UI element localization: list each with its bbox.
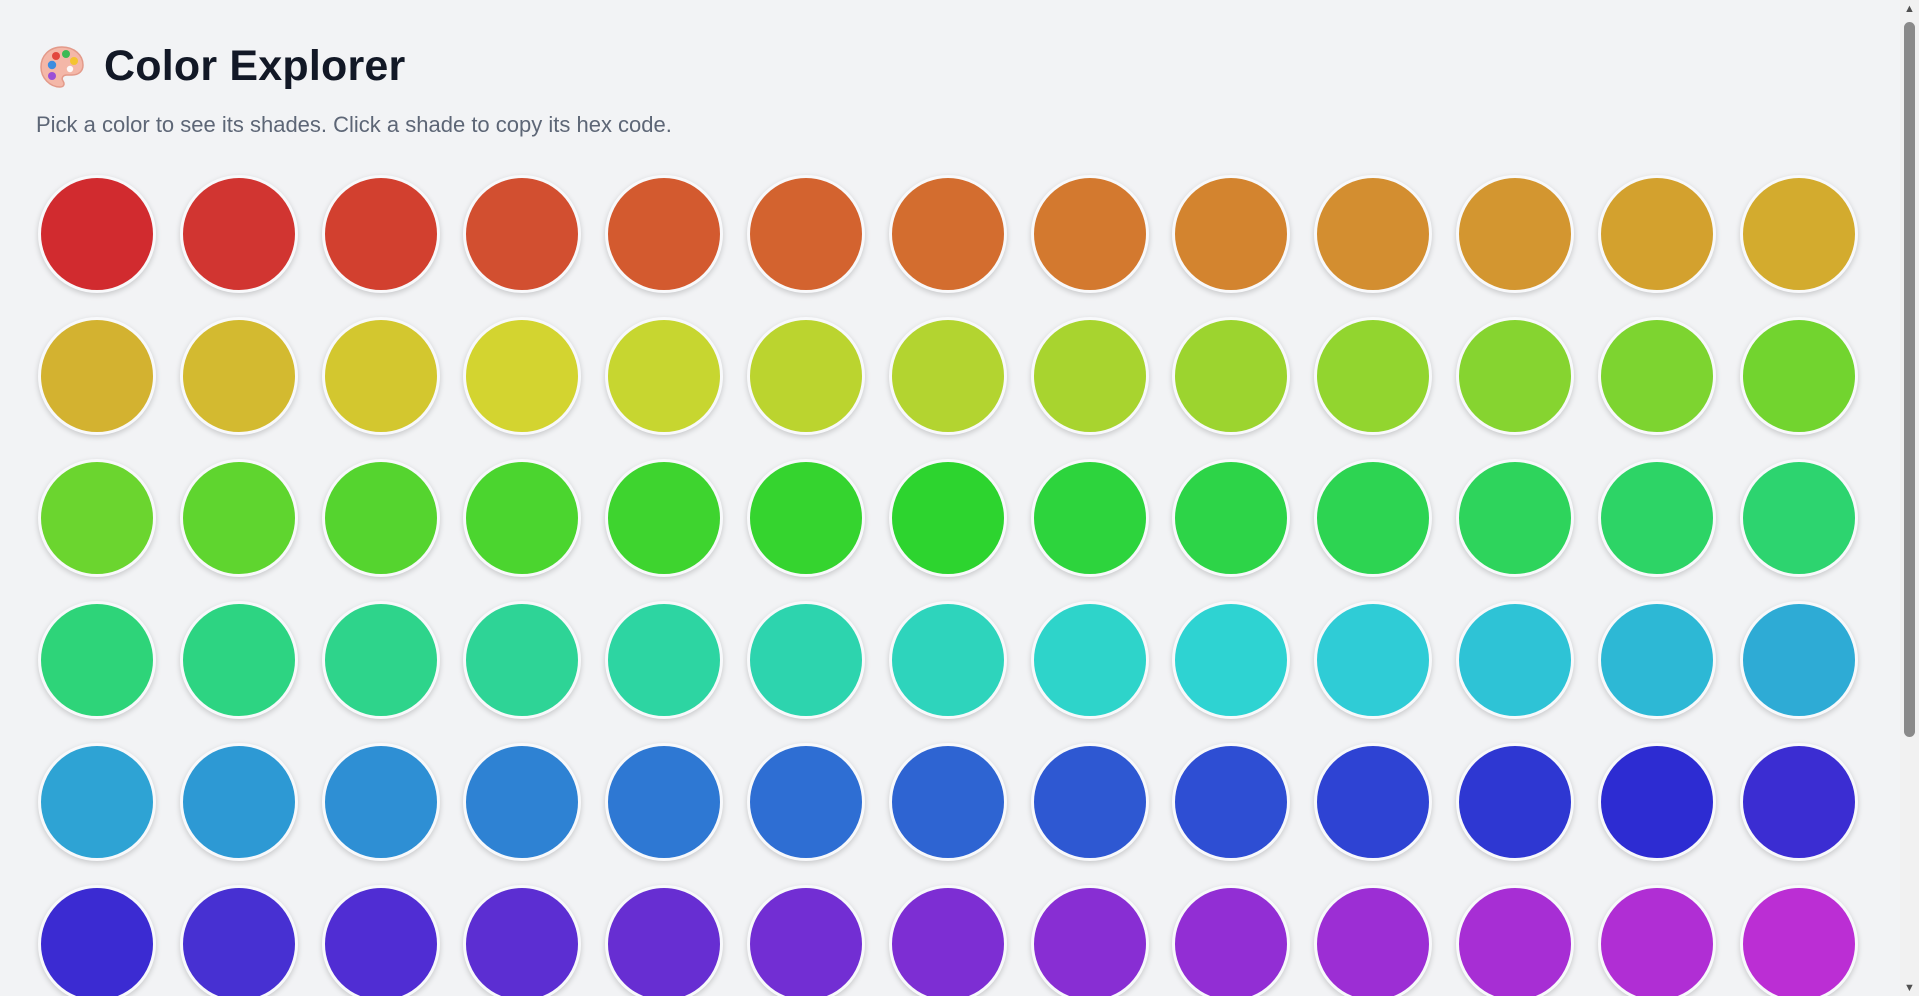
- color-swatch[interactable]: [463, 601, 582, 719]
- color-swatch[interactable]: [1172, 743, 1291, 861]
- color-swatch[interactable]: [746, 743, 865, 861]
- color-swatch[interactable]: [1314, 743, 1433, 861]
- color-swatch[interactable]: [321, 743, 440, 861]
- color-swatch[interactable]: [321, 885, 440, 996]
- color-swatch[interactable]: [1172, 601, 1291, 719]
- page-title: Color Explorer: [104, 42, 406, 90]
- color-swatch[interactable]: [1455, 743, 1574, 861]
- color-swatch[interactable]: [1739, 601, 1858, 719]
- color-swatch[interactable]: [1455, 317, 1574, 435]
- color-swatch[interactable]: [179, 885, 298, 996]
- color-swatch[interactable]: [1597, 743, 1716, 861]
- color-swatch[interactable]: [179, 317, 298, 435]
- scroll-thumb[interactable]: [1904, 22, 1915, 737]
- page-subtitle: Pick a color to see its shades. Click a …: [36, 112, 672, 137]
- color-swatch[interactable]: [605, 885, 724, 996]
- color-swatch[interactable]: [1739, 743, 1858, 861]
- color-swatch[interactable]: [1597, 459, 1716, 577]
- color-swatch[interactable]: [888, 601, 1007, 719]
- color-swatch[interactable]: [1597, 317, 1716, 435]
- color-swatch[interactable]: [1739, 885, 1858, 996]
- color-swatch[interactable]: [605, 743, 724, 861]
- color-swatch[interactable]: [463, 175, 582, 293]
- color-swatch[interactable]: [746, 601, 865, 719]
- scroll-down-icon[interactable]: ▼: [1900, 979, 1919, 996]
- color-swatch[interactable]: [888, 175, 1007, 293]
- color-swatch[interactable]: [1030, 459, 1149, 577]
- color-swatch[interactable]: [38, 459, 156, 577]
- color-swatch[interactable]: [1314, 459, 1433, 577]
- color-swatch[interactable]: [888, 459, 1007, 577]
- color-swatch[interactable]: [1455, 175, 1574, 293]
- color-swatch[interactable]: [888, 743, 1007, 861]
- color-swatch[interactable]: [1030, 601, 1149, 719]
- color-swatch[interactable]: [1314, 317, 1433, 435]
- color-swatch[interactable]: [321, 317, 440, 435]
- color-swatch[interactable]: [746, 175, 865, 293]
- color-swatch[interactable]: [38, 885, 156, 996]
- color-swatch[interactable]: [746, 317, 865, 435]
- color-swatch[interactable]: [1172, 317, 1291, 435]
- color-swatch[interactable]: [888, 885, 1007, 996]
- color-swatch[interactable]: [463, 743, 582, 861]
- color-swatch[interactable]: [1314, 175, 1433, 293]
- color-swatch[interactable]: [605, 175, 724, 293]
- color-swatch[interactable]: [1739, 459, 1858, 577]
- color-swatch[interactable]: [179, 175, 298, 293]
- color-swatch[interactable]: [605, 317, 724, 435]
- color-swatch[interactable]: [463, 317, 582, 435]
- palette-icon: [40, 45, 84, 88]
- page: Color Explorer Pick a color to see its s…: [0, 0, 1900, 996]
- color-swatch[interactable]: [463, 459, 582, 577]
- color-swatch[interactable]: [1030, 743, 1149, 861]
- color-swatch[interactable]: [746, 459, 865, 577]
- color-swatch[interactable]: [179, 459, 298, 577]
- color-swatch-grid: [38, 175, 1858, 996]
- color-swatch[interactable]: [746, 885, 865, 996]
- color-swatch[interactable]: [1455, 885, 1574, 996]
- scroll-up-icon[interactable]: ▲: [1900, 0, 1919, 17]
- color-swatch[interactable]: [463, 885, 582, 996]
- color-swatch[interactable]: [1597, 601, 1716, 719]
- color-swatch[interactable]: [321, 459, 440, 577]
- color-swatch[interactable]: [38, 743, 156, 861]
- color-swatch[interactable]: [1172, 885, 1291, 996]
- color-swatch[interactable]: [1314, 885, 1433, 996]
- color-swatch[interactable]: [1172, 175, 1291, 293]
- color-swatch[interactable]: [1597, 885, 1716, 996]
- color-swatch[interactable]: [1739, 175, 1858, 293]
- color-swatch[interactable]: [1030, 885, 1149, 996]
- color-swatch[interactable]: [1455, 459, 1574, 577]
- color-swatch[interactable]: [1030, 175, 1149, 293]
- color-swatch[interactable]: [605, 459, 724, 577]
- color-swatch[interactable]: [38, 601, 156, 719]
- color-swatch[interactable]: [179, 743, 298, 861]
- color-swatch[interactable]: [321, 601, 440, 719]
- color-swatch[interactable]: [1172, 459, 1291, 577]
- color-swatch[interactable]: [38, 175, 156, 293]
- color-swatch[interactable]: [179, 601, 298, 719]
- color-swatch[interactable]: [605, 601, 724, 719]
- color-swatch[interactable]: [38, 317, 156, 435]
- header: Color Explorer: [38, 42, 405, 91]
- color-swatch[interactable]: [1739, 317, 1858, 435]
- color-swatch[interactable]: [1030, 317, 1149, 435]
- color-swatch[interactable]: [1455, 601, 1574, 719]
- vertical-scrollbar[interactable]: ▲ ▼: [1900, 0, 1919, 996]
- color-swatch[interactable]: [1314, 601, 1433, 719]
- color-swatch[interactable]: [888, 317, 1007, 435]
- color-swatch[interactable]: [1597, 175, 1716, 293]
- color-swatch[interactable]: [321, 175, 440, 293]
